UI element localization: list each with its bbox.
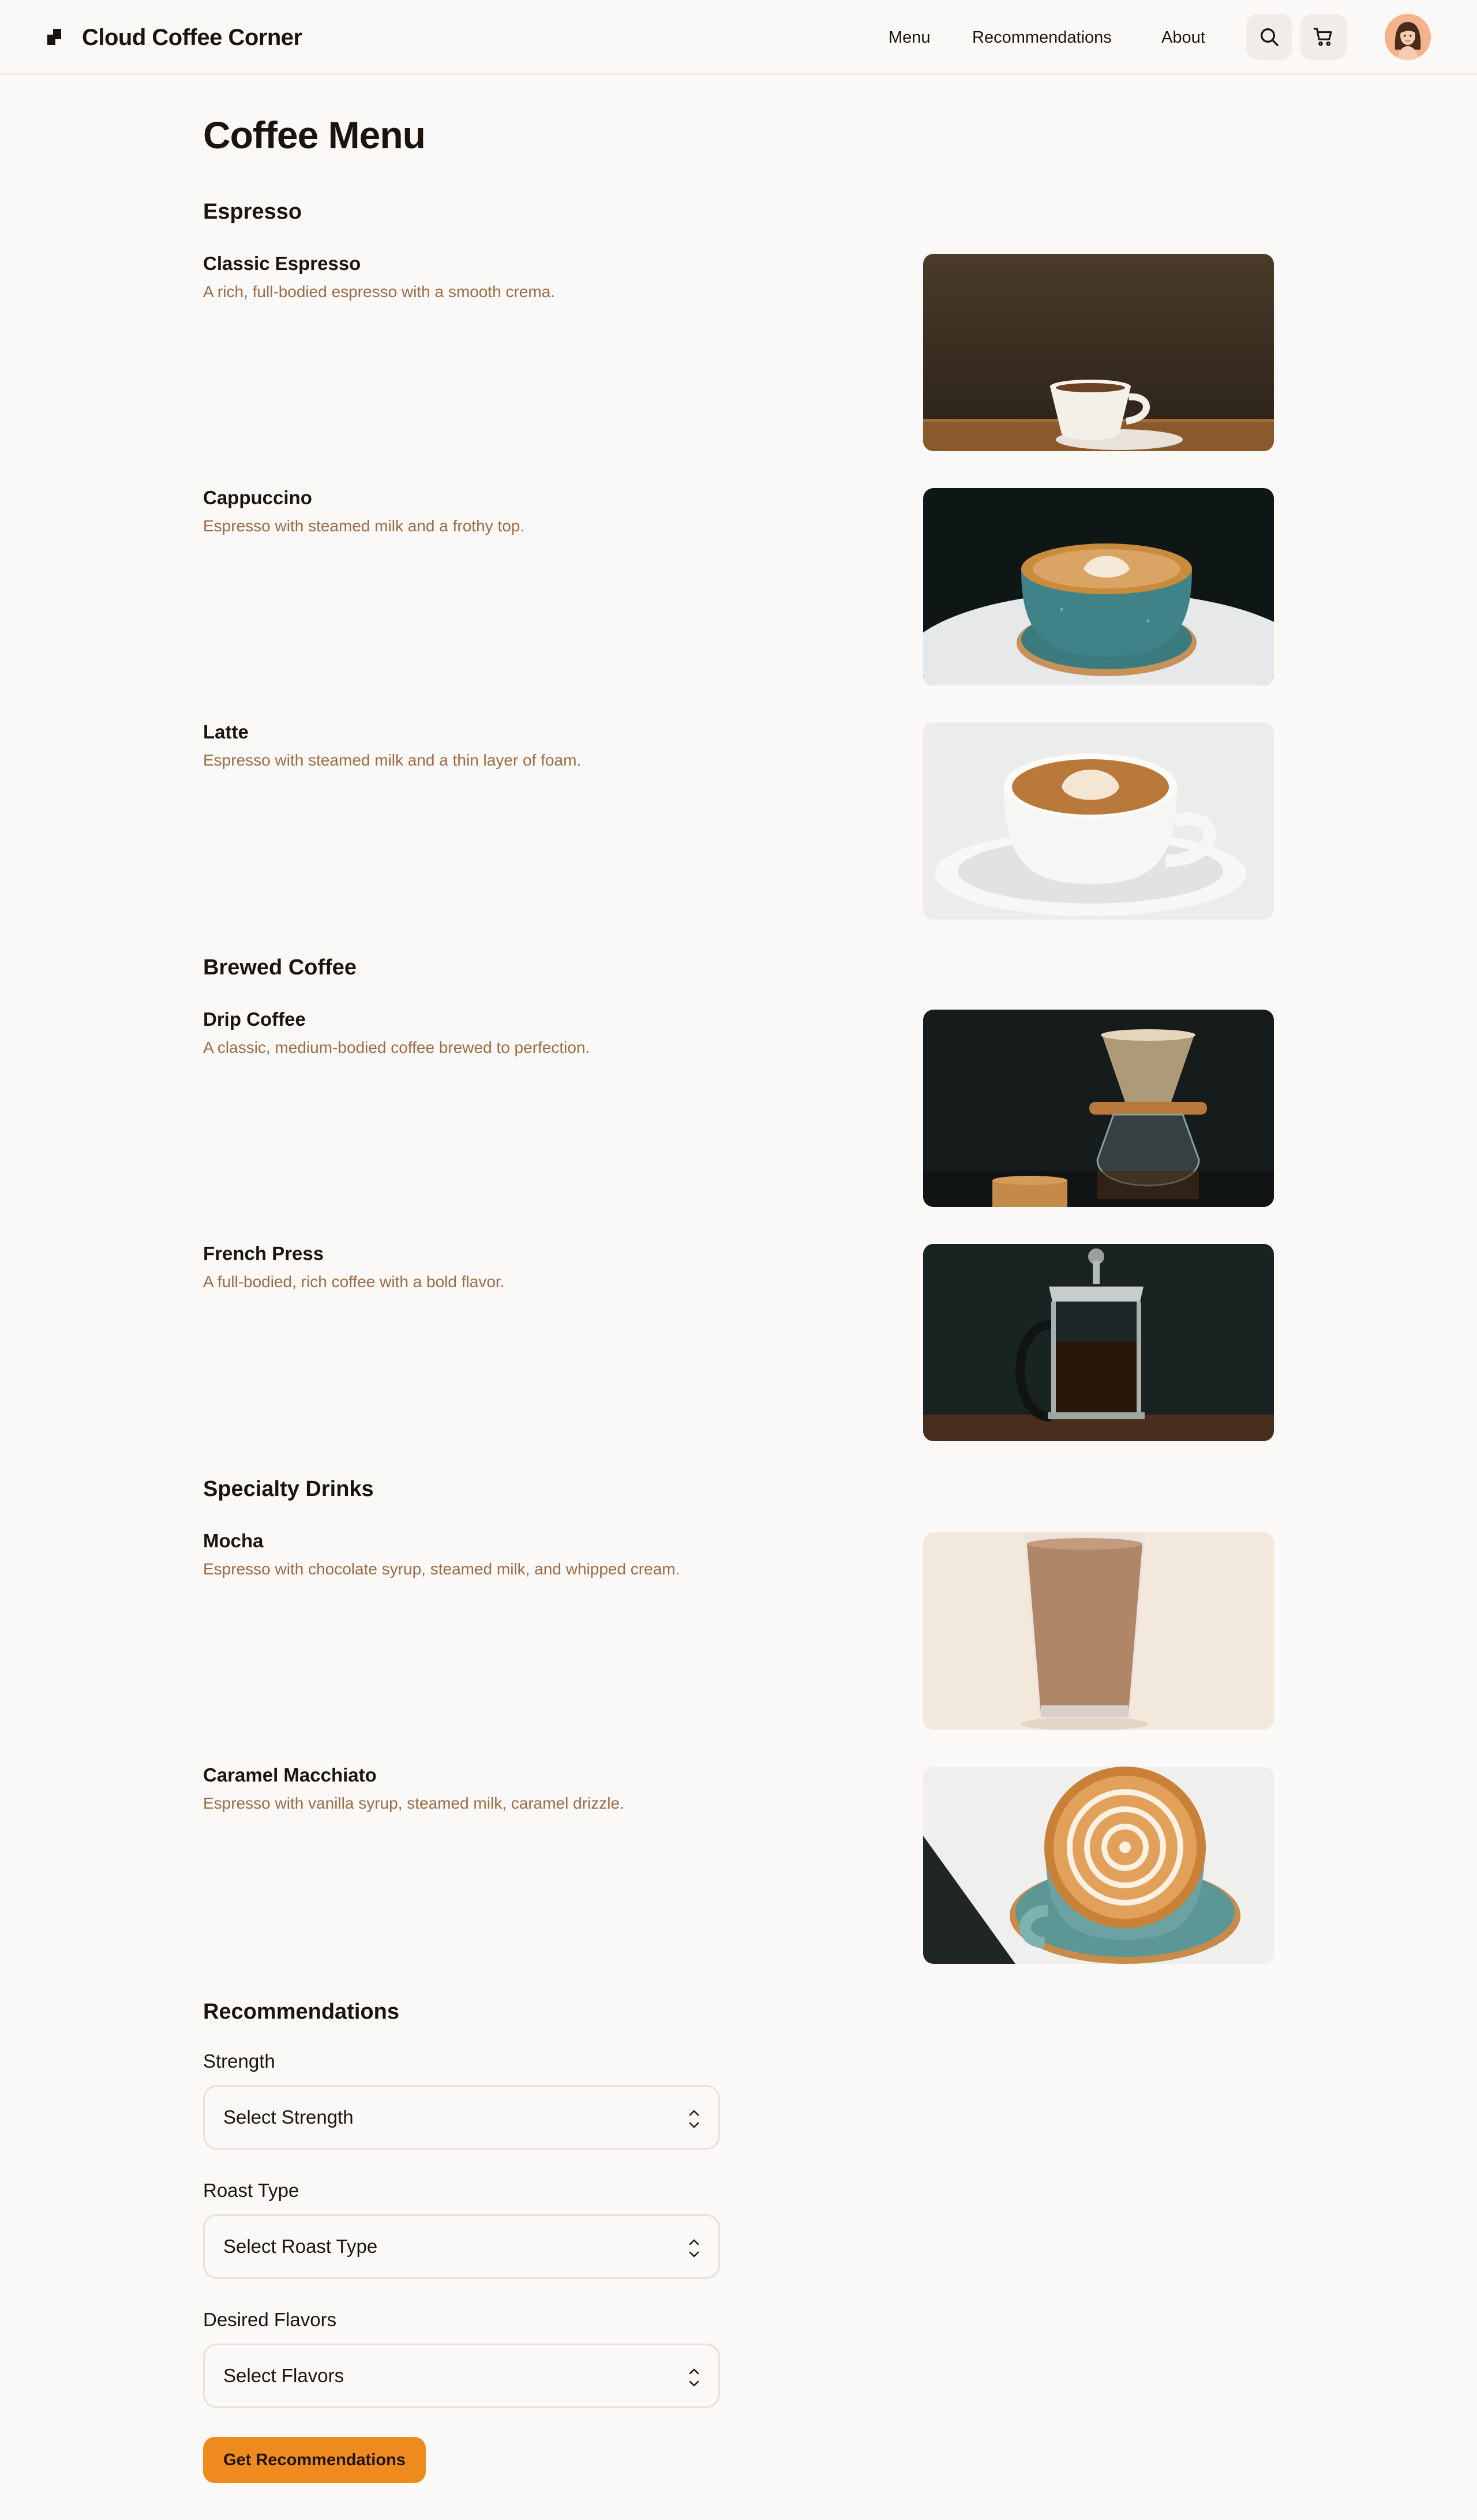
get-recommendations-button[interactable]: Get Recommendations [203,2437,426,2483]
item-description: Espresso with steamed milk and a thin la… [203,751,582,769]
item-name-caramel-macchiato: Caramel Macchiato [203,1764,377,1786]
section-title-espresso: Espresso [203,200,302,224]
brand[interactable]: Cloud Coffee Corner [47,23,302,52]
flavors-select[interactable]: Select Flavors [203,2343,720,2408]
item-name-mocha: Mocha [203,1530,264,1551]
roast-type-label: Roast Type [203,2180,299,2201]
roast-type-select[interactable]: Select Roast Type [203,2214,720,2279]
strength-label: Strength [203,2050,275,2072]
item-name-drip-coffee: Drip Coffee [203,1008,306,1030]
roast-type-select-value: Select Roast Type [223,2236,378,2257]
search-button[interactable] [1246,14,1292,60]
item-description: Espresso with chocolate syrup, steamed m… [203,1560,680,1578]
top-nav-bar: Cloud Coffee Corner Menu Recommendations… [0,0,1477,75]
section-title-recommendations: Recommendations [203,2000,399,2024]
user-avatar[interactable] [1385,14,1431,60]
cart-button[interactable] [1300,14,1347,60]
classic-espresso-image [923,254,1274,451]
latte-image [923,722,1274,920]
chevron-up-down-icon [689,2239,699,2258]
search-icon [1261,28,1279,46]
item-description: Espresso with vanilla syrup, steamed mil… [203,1794,624,1812]
mocha-image [923,1532,1274,1730]
flavors-select-value: Select Flavors [223,2365,344,2386]
section-title-specialty-drinks: Specialty Drinks [203,1477,374,1501]
item-description: Espresso with steamed milk and a frothy … [203,517,525,535]
page-title: Coffee Menu [203,114,426,156]
chevron-up-down-icon [689,2110,699,2128]
cart-icon [1313,28,1332,46]
brand-name: Cloud Coffee Corner [82,24,302,50]
item-description: A classic, medium-bodied coffee brewed t… [203,1038,590,1056]
nav-recommendations[interactable]: Recommendations [972,23,1112,52]
drip-coffee-image [923,1010,1274,1207]
desired-flavors-label: Desired Flavors [203,2309,337,2330]
item-description: A full-bodied, rich coffee with a bold f… [203,1273,505,1291]
item-name-latte: Latte [203,721,249,742]
caramel-macchiato-image [923,1767,1274,1964]
nav-menu[interactable]: Menu [889,23,931,52]
nav-about[interactable]: About [1161,23,1205,52]
chevron-up-down-icon [689,2368,699,2387]
item-name-cappuccino: Cappuccino [203,487,312,508]
french-press-image [923,1244,1274,1441]
logo-icon [47,29,62,46]
item-description: A rich, full-bodied espresso with a smoo… [203,283,556,301]
cappuccino-image [923,488,1274,685]
section-title-brewed-coffee: Brewed Coffee [203,955,357,980]
strength-select[interactable]: Select Strength [203,2085,720,2150]
item-name-classic-espresso: Classic Espresso [203,253,361,274]
item-name-french-press: French Press [203,1243,324,1264]
strength-select-value: Select Strength [223,2106,354,2128]
